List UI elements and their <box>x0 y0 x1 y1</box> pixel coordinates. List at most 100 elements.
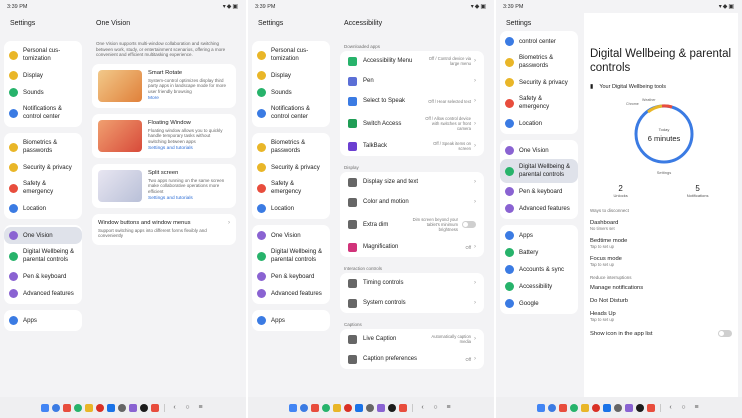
sidebar-item[interactable]: Display <box>252 67 330 84</box>
sidebar-item[interactable]: Digital Wellbeing & parental controls <box>500 159 578 183</box>
dock-app-icon[interactable] <box>613 403 622 412</box>
sidebar-item[interactable]: Location <box>4 200 82 217</box>
sidebar-item[interactable]: Apps <box>500 227 578 244</box>
sidebar-item[interactable]: Advanced features <box>4 285 82 302</box>
dock-app-icon[interactable] <box>150 403 159 412</box>
sidebar-item[interactable]: Advanced features <box>500 200 578 217</box>
dock-app-icon[interactable] <box>139 403 148 412</box>
dock-app-icon[interactable] <box>591 403 600 412</box>
dock-app-icon[interactable] <box>73 403 82 412</box>
sidebar-item[interactable]: Digital Wellbeing & parental controls <box>4 244 82 268</box>
dock-app-icon[interactable] <box>84 403 93 412</box>
sidebar-item[interactable]: Pen & keyboard <box>500 183 578 200</box>
sidebar-item[interactable]: Security & privacy <box>4 159 82 176</box>
dock-app-icon[interactable] <box>310 403 319 412</box>
dock-app-icon[interactable] <box>569 403 578 412</box>
sidebar-item[interactable]: Apps <box>252 312 330 329</box>
sidebar-item[interactable]: One Vision <box>4 227 82 244</box>
home-icon[interactable]: ○ <box>431 404 441 411</box>
settings-item[interactable]: Pen › <box>340 71 484 91</box>
sidebar-item[interactable]: Accessibility <box>500 278 578 295</box>
dock-app-icon[interactable] <box>354 403 363 412</box>
sidebar-item[interactable]: Safety & emergency <box>252 176 330 200</box>
settings-item[interactable]: Timing controls › <box>340 273 484 293</box>
wellbeing-item[interactable]: Dashboard No timers set <box>584 217 738 235</box>
menu-icon[interactable]: ≡ <box>692 404 702 411</box>
settings-item[interactable]: Extra dim Dim screen beyond your tablet's… <box>340 212 484 237</box>
sidebar-item[interactable]: Biometrics & passwords <box>500 50 578 74</box>
dock-app-icon[interactable] <box>128 403 137 412</box>
show-icon-row[interactable]: Show icon in the app list <box>584 326 738 341</box>
dock-app-icon[interactable] <box>106 403 115 412</box>
sidebar-item[interactable]: Sounds <box>252 84 330 101</box>
sidebar-item[interactable]: Notifications & control center <box>252 101 330 125</box>
dock-app-icon[interactable] <box>299 403 308 412</box>
dock-app-icon[interactable] <box>547 403 556 412</box>
sidebar-item[interactable]: Apps <box>4 312 82 329</box>
dock-app-icon[interactable] <box>635 403 644 412</box>
feature-link[interactable]: Settings and tutorials <box>148 146 230 151</box>
wellbeing-item[interactable]: Do Not Disturb <box>584 295 738 308</box>
dock-app-icon[interactable] <box>40 403 49 412</box>
dock-app-icon[interactable] <box>646 403 655 412</box>
menu-icon[interactable]: ≡ <box>196 404 206 411</box>
dock-app-icon[interactable] <box>365 403 374 412</box>
sidebar-item[interactable]: Location <box>500 115 578 132</box>
sidebar-item[interactable]: Personal cus-tomization <box>252 43 330 67</box>
dock-app-icon[interactable] <box>558 403 567 412</box>
sidebar-item[interactable]: Google <box>500 295 578 312</box>
dock-app-icon[interactable] <box>580 403 589 412</box>
back-icon[interactable]: ‹ <box>666 404 676 411</box>
sidebar-item[interactable]: control center <box>500 33 578 50</box>
feature-card[interactable]: Smart Rotate System-control optimizes dis… <box>92 63 236 108</box>
home-icon[interactable]: ○ <box>183 404 193 411</box>
dock-app-icon[interactable] <box>288 403 297 412</box>
settings-item[interactable]: Color and motion › <box>340 192 484 212</box>
back-icon[interactable]: ‹ <box>418 404 428 411</box>
feature-link[interactable]: Settings and tutorials <box>148 196 230 201</box>
sidebar-item[interactable]: Security & privacy <box>252 159 330 176</box>
sidebar-item[interactable]: Safety & emergency <box>500 91 578 115</box>
usage-ring-area[interactable]: Weather Chrome Today 6 minutes Settings <box>584 90 738 175</box>
stat-notifications[interactable]: 5 Notifications <box>687 184 709 198</box>
dock-app-icon[interactable] <box>387 403 396 412</box>
sidebar-item[interactable]: Battery <box>500 244 578 261</box>
sidebar-item[interactable]: Biometrics & passwords <box>252 135 330 159</box>
sidebar-item[interactable]: Notifications & control center <box>4 101 82 125</box>
sidebar-item[interactable]: Digital Wellbeing & parental controls <box>252 244 330 268</box>
wellbeing-item[interactable]: Heads Up Tap to set up <box>584 308 738 326</box>
settings-item[interactable]: Display size and text › <box>340 172 484 192</box>
dock-app-icon[interactable] <box>117 403 126 412</box>
settings-item[interactable]: Magnification Off › <box>340 237 484 257</box>
sidebar-item[interactable]: Biometrics & passwords <box>4 135 82 159</box>
wellbeing-item[interactable]: Manage notifications <box>584 282 738 295</box>
feature-card[interactable]: Floating Window Floating window allows yo… <box>92 113 236 158</box>
dock-app-icon[interactable] <box>376 403 385 412</box>
dock-app-icon[interactable] <box>398 403 407 412</box>
dock-app-icon[interactable] <box>536 403 545 412</box>
settings-item[interactable]: Caption preferences Off › <box>340 349 484 369</box>
settings-item[interactable]: Accessibility Menu Off / Control device v… <box>340 51 484 71</box>
show-icon-toggle[interactable] <box>718 330 732 337</box>
home-icon[interactable]: ○ <box>679 404 689 411</box>
sidebar-item[interactable]: Pen & keyboard <box>4 268 82 285</box>
sidebar-item[interactable]: One Vision <box>252 227 330 244</box>
settings-item[interactable]: System controls › <box>340 293 484 313</box>
settings-item[interactable]: Live Caption Automatically caption media › <box>340 329 484 349</box>
dock-app-icon[interactable] <box>332 403 341 412</box>
settings-item[interactable]: Select to Speak Off / Hear selected text › <box>340 91 484 111</box>
dock-app-icon[interactable] <box>51 403 60 412</box>
sidebar-item[interactable]: Location <box>252 200 330 217</box>
dock-app-icon[interactable] <box>95 403 104 412</box>
dock-app-icon[interactable] <box>343 403 352 412</box>
wellbeing-item[interactable]: Focus mode Tap to set up <box>584 253 738 271</box>
feature-link[interactable]: More <box>148 96 230 101</box>
feature-card[interactable]: Split screen Two apps running on the same… <box>92 163 236 208</box>
sidebar-item[interactable]: Pen & keyboard <box>252 268 330 285</box>
sidebar-item[interactable]: Safety & emergency <box>4 176 82 200</box>
sidebar-item[interactable]: Display <box>4 67 82 84</box>
back-icon[interactable]: ‹ <box>170 404 180 411</box>
dock-app-icon[interactable] <box>321 403 330 412</box>
sidebar-item[interactable]: One Vision <box>500 142 578 159</box>
window-buttons-item[interactable]: Window buttons and window menus Support … <box>92 213 236 245</box>
